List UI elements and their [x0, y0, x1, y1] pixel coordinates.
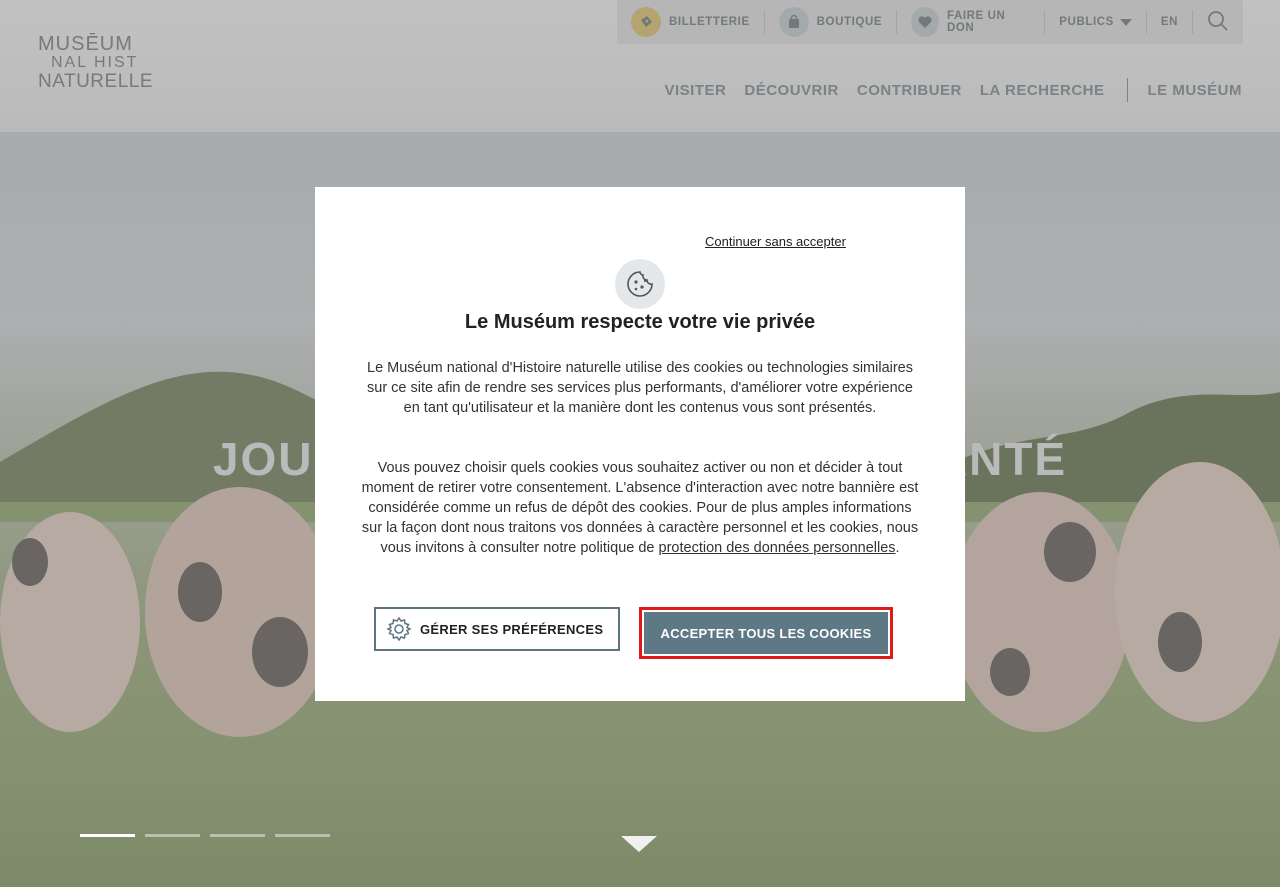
accept-button-highlight: ACCEPTER TOUS LES COOKIES: [639, 607, 893, 659]
slider-dot[interactable]: [275, 834, 330, 837]
cookie-consent-dialog: Continuer sans accepter Le Muséum respec…: [315, 187, 965, 701]
dialog-paragraph-1: Le Muséum national d'Histoire naturelle …: [367, 360, 913, 416]
accept-all-cookies-button[interactable]: ACCEPTER TOUS LES COOKIES: [644, 612, 888, 654]
continue-without-accepting-link[interactable]: Continuer sans accepter: [705, 234, 846, 249]
dialog-paragraph-2: Vous pouvez choisir quels cookies vous s…: [360, 458, 920, 558]
dialog-title: Le Muséum respecte votre vie privée: [464, 311, 816, 333]
slider-pagination: [80, 834, 340, 837]
gear-icon: [386, 616, 412, 642]
slider-dot[interactable]: [210, 834, 265, 837]
slider-dot[interactable]: [145, 834, 200, 837]
cookie-icon: [615, 259, 665, 309]
manage-preferences-label: GÉRER SES PRÉFÉRENCES: [420, 621, 604, 637]
dialog-paragraph-2-end: .: [895, 540, 900, 556]
scroll-down-arrow-icon[interactable]: [621, 836, 657, 852]
privacy-policy-link[interactable]: protection des données personnelles: [659, 540, 896, 556]
manage-preferences-button[interactable]: GÉRER SES PRÉFÉRENCES: [374, 607, 620, 651]
slider-dot[interactable]: [80, 834, 135, 837]
